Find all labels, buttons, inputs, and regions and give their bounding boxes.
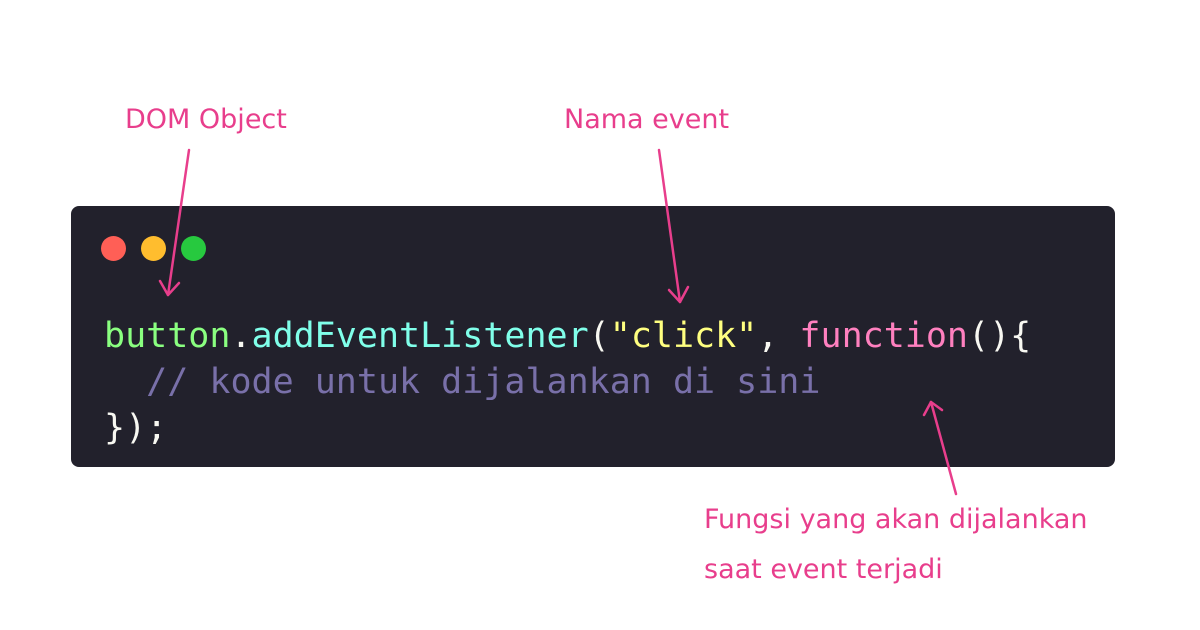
code-block: button.addEventListener("click", functio… [104,313,1031,451]
code-function-keyword: function [799,316,968,356]
function-label-line-1: Fungsi yang akan dijalankan [704,504,1088,535]
code-line-1: button.addEventListener("click", functio… [104,316,1031,356]
code-open-paren: ( [588,316,610,356]
code-comment: // kode untuk dijalankan di sini [146,362,821,402]
event-name-label: Nama event [564,104,730,135]
maximize-dot-icon [181,236,206,261]
code-comma: , [757,316,800,356]
code-dot: . [230,316,252,356]
code-object: button [104,316,231,356]
minimize-dot-icon [141,236,166,261]
function-label-line-2: saat event terjadi [704,554,943,585]
close-dot-icon [101,236,126,261]
code-method: addEventListener [251,316,589,356]
code-params-brace: (){ [968,316,1032,356]
code-line-2: // kode untuk dijalankan di sini [104,362,820,402]
code-line-3: }); [104,408,167,448]
dom-object-label: DOM Object [125,104,287,135]
code-window: button.addEventListener("click", functio… [71,206,1115,467]
code-event-string: "click" [609,316,758,356]
code-closing: }); [104,408,168,448]
